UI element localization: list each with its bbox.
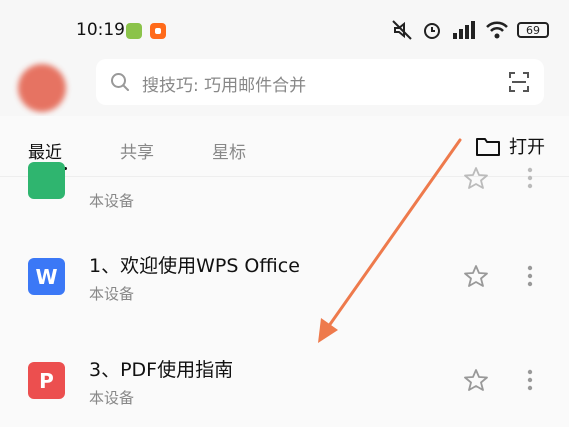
word-file-icon-letter: W [35,264,58,289]
more-options-icon[interactable] [526,166,534,190]
star-icon[interactable] [463,166,489,190]
file-list: 本设备 W 1、欢迎使用WPS Office 本设备 P 3、PDF使用指南 本… [0,162,569,427]
alarm-icon [424,23,440,39]
status-icons: 69 [391,16,549,44]
pdf-file-icon-letter: P [39,368,54,393]
more-options-icon[interactable] [526,264,534,288]
app-notification-icon [150,23,166,39]
file-title: 3、PDF使用指南 [89,359,234,381]
signal-icon [453,21,475,39]
sheet-file-icon [28,162,65,199]
search-input[interactable]: 搜技巧: 巧用邮件合并 [142,71,306,96]
battery-icon: 69 [517,22,549,38]
wifi-icon [486,21,508,39]
app-header: 搜技巧: 巧用邮件合并 [0,56,569,116]
file-title: 1、欢迎使用WPS Office [89,255,300,277]
download-notification-icon [126,23,142,39]
scan-icon[interactable] [508,71,530,93]
file-location: 本设备 [89,389,135,407]
battery-level: 69 [526,23,540,37]
file-location: 本设备 [89,192,135,210]
list-item[interactable]: W 1、欢迎使用WPS Office 本设备 [0,231,569,331]
star-icon[interactable] [463,264,489,288]
list-item[interactable]: 本设备 [0,132,569,232]
status-bar: 10:19 69 [0,0,569,56]
search-icon [111,73,129,91]
pdf-file-icon: P [28,362,65,399]
avatar[interactable] [18,64,66,112]
list-item[interactable]: P 3、PDF使用指南 本设备 [0,335,569,435]
word-file-icon: W [28,258,65,295]
status-time: 10:19 [76,20,125,40]
file-location: 本设备 [89,285,135,303]
search-bar[interactable]: 搜技巧: 巧用邮件合并 [96,59,544,105]
mute-icon [392,20,412,40]
more-options-icon[interactable] [526,368,534,392]
star-icon[interactable] [463,368,489,392]
